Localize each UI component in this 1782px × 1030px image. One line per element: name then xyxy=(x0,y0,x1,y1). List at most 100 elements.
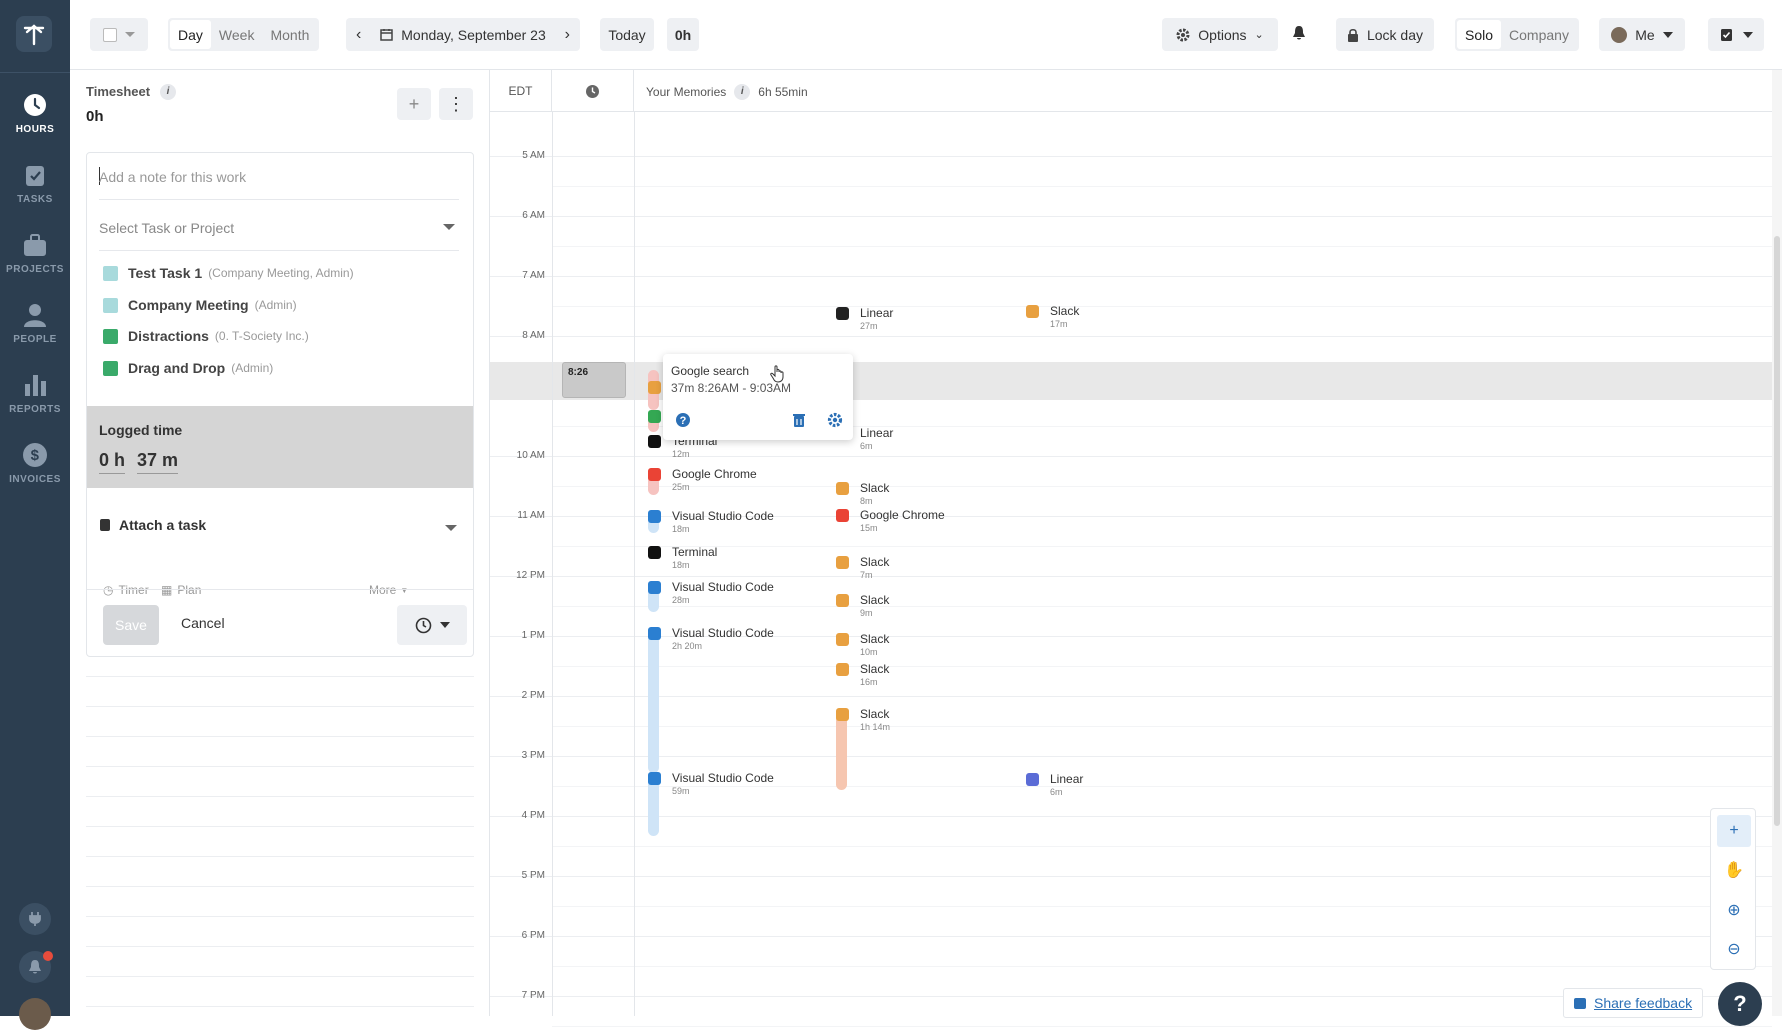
help-icon[interactable]: ? xyxy=(675,412,691,428)
help-button[interactable]: ? xyxy=(1718,982,1762,1026)
half-hour-line xyxy=(552,666,1772,667)
half-hour-line xyxy=(552,306,1772,307)
event-duration: 6m xyxy=(860,441,873,451)
nav-item-people[interactable]: PEOPLE xyxy=(0,302,70,360)
user-selector[interactable]: Me xyxy=(1599,18,1685,51)
nav-item-hours[interactable]: HOURS xyxy=(0,92,70,150)
memories-total: 6h 55min xyxy=(758,85,808,99)
duration-bar xyxy=(648,633,659,773)
user-label: Me xyxy=(1635,26,1655,43)
lock-day-button[interactable]: Lock day xyxy=(1336,18,1434,51)
scrollbar-thumb[interactable] xyxy=(1774,236,1780,826)
paperclip-icon xyxy=(100,519,110,531)
top-bar: Day Week Month ‹ Monday, September 23 › … xyxy=(70,0,1782,70)
hour-label: 7 PM xyxy=(521,990,545,1001)
event-duration: 8m xyxy=(860,496,873,506)
options-button[interactable]: Options ⌄ xyxy=(1162,18,1278,51)
task-meta: (Admin) xyxy=(231,361,274,375)
plug-icon[interactable] xyxy=(19,903,51,935)
history-icon[interactable] xyxy=(552,70,634,112)
timesheet-panel: Timesheet i 0h + ⋮ Add a note for this w… xyxy=(70,70,490,1016)
event-duration: 2h 20m xyxy=(672,641,703,651)
add-icon[interactable]: + xyxy=(1717,815,1751,847)
hour-label: 4 PM xyxy=(521,810,545,821)
task-project-select[interactable]: Select Task or Project xyxy=(99,220,459,251)
event-duration: 17m xyxy=(1050,319,1068,329)
hour-label: 6 PM xyxy=(521,930,545,941)
hour-label: 2 PM xyxy=(521,690,545,701)
app-icon xyxy=(836,633,849,646)
bell-icon[interactable] xyxy=(1292,25,1306,44)
trash-icon[interactable] xyxy=(791,412,807,428)
cancel-button[interactable]: Cancel xyxy=(181,615,225,631)
task-option[interactable]: Test Task 1 (Company Meeting, Admin) xyxy=(103,265,354,281)
clock-icon xyxy=(24,94,46,116)
scrollbar[interactable] xyxy=(1772,70,1782,1016)
event-app-name: Slack xyxy=(1050,304,1080,318)
app-icon xyxy=(1026,773,1039,786)
info-icon[interactable]: i xyxy=(734,84,751,100)
app-icon xyxy=(648,581,661,594)
share-feedback-link[interactable]: Share feedback xyxy=(1563,988,1703,1018)
solo-toggle[interactable]: Solo xyxy=(1457,20,1502,49)
company-toggle[interactable]: Company xyxy=(1501,20,1577,49)
timer-link[interactable]: ◷ Timer xyxy=(103,583,149,597)
event-duration: 59m xyxy=(672,786,690,796)
date-picker[interactable]: Monday, September 23 xyxy=(380,27,546,43)
app-icon xyxy=(836,482,849,495)
next-day-icon[interactable]: › xyxy=(565,26,570,44)
save-button[interactable]: Save xyxy=(103,605,159,645)
hour-label: 8 AM xyxy=(522,330,545,341)
task-option[interactable]: Distractions (0. T-Society Inc.) xyxy=(103,328,309,344)
zoom-in-icon[interactable]: ⊕ xyxy=(1717,894,1751,926)
avatar[interactable] xyxy=(19,998,51,1030)
column-divider xyxy=(634,112,635,1016)
chevron-down-icon xyxy=(125,32,135,37)
note-input[interactable]: Add a note for this work xyxy=(99,169,459,200)
task-option[interactable]: Company Meeting (Admin) xyxy=(103,297,297,313)
info-icon[interactable]: i xyxy=(160,84,176,100)
time-mode-dropdown[interactable] xyxy=(397,605,467,645)
notifications-icon[interactable] xyxy=(19,951,53,983)
attach-task-toggle[interactable]: Attach a task xyxy=(99,517,206,533)
view-month-button[interactable]: Month xyxy=(262,20,317,49)
add-entry-button[interactable]: + xyxy=(397,88,431,120)
event-app-name: Visual Studio Code xyxy=(672,580,774,594)
chevron-down-icon[interactable] xyxy=(445,525,457,531)
duration-bar xyxy=(836,714,847,790)
event-app-name: Visual Studio Code xyxy=(672,626,774,640)
task-option[interactable]: Drag and Drop (Admin) xyxy=(103,360,273,376)
task-meta: (0. T-Society Inc.) xyxy=(214,329,309,343)
today-button[interactable]: Today xyxy=(600,18,654,51)
logged-minutes-input[interactable]: 37 m xyxy=(137,450,179,474)
selected-time-entry[interactable]: 8:26 xyxy=(562,362,626,398)
gear-icon xyxy=(1176,28,1190,41)
hour-line xyxy=(490,336,1772,337)
logged-hours-input[interactable]: 0 h xyxy=(99,450,126,474)
prev-day-icon[interactable]: ‹ xyxy=(356,26,361,44)
hour-label: 5 AM xyxy=(522,150,545,161)
select-checkbox-dropdown[interactable] xyxy=(90,18,148,51)
hour-line xyxy=(490,276,1772,277)
app-logo-icon[interactable] xyxy=(16,16,52,52)
zoom-out-icon[interactable]: ⊖ xyxy=(1717,933,1751,965)
nav-item-invoices[interactable]: $ INVOICES xyxy=(0,442,70,500)
nav-item-reports[interactable]: REPORTS xyxy=(0,372,70,430)
view-day-button[interactable]: Day xyxy=(170,20,211,49)
nav-item-tasks[interactable]: TASKS xyxy=(0,162,70,220)
calendar-icon xyxy=(380,29,393,41)
plan-link[interactable]: ▦ Plan xyxy=(161,583,201,597)
more-menu-icon[interactable]: ⋮ xyxy=(439,88,473,120)
event-duration: 1h 14m xyxy=(860,722,891,732)
nav-item-projects[interactable]: PROJECTS xyxy=(0,232,70,290)
gear-icon[interactable] xyxy=(827,412,843,428)
checkbox[interactable] xyxy=(103,27,117,42)
hour-label: 5 PM xyxy=(521,870,545,881)
timesheet-status-dropdown[interactable] xyxy=(1708,18,1764,51)
pan-hand-icon[interactable]: ✋ xyxy=(1717,854,1751,886)
half-hour-line xyxy=(552,966,1772,967)
more-dropdown[interactable]: More ▼ xyxy=(369,583,408,597)
view-week-button[interactable]: Week xyxy=(211,20,263,49)
nav-item-label: REPORTS xyxy=(9,404,61,415)
more-label: More xyxy=(369,583,397,597)
